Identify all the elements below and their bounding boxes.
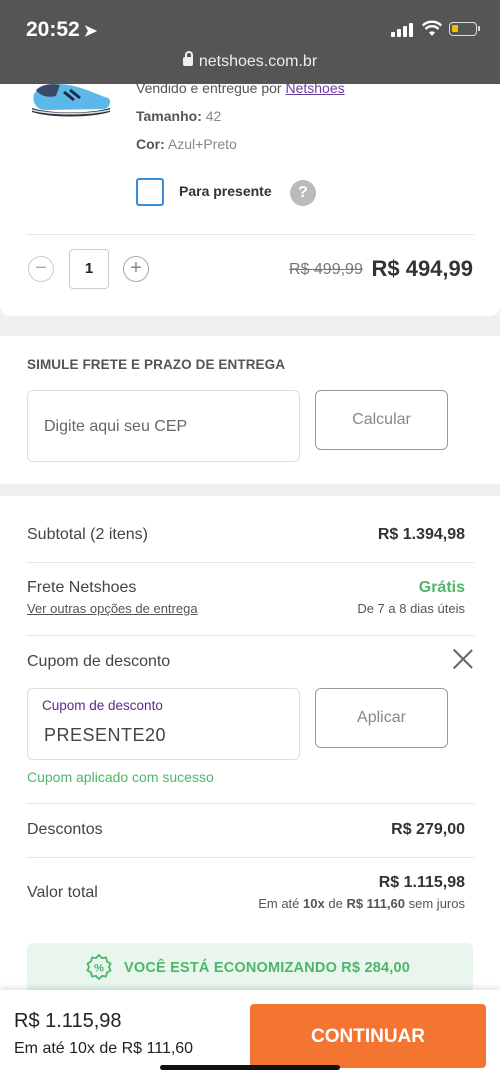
freight-value: Grátis xyxy=(418,579,465,596)
discount-label: Descontos xyxy=(27,821,103,838)
freight-label: Frete Netshoes xyxy=(27,579,137,596)
calculate-button[interactable]: Calcular xyxy=(315,390,448,450)
divider xyxy=(26,234,474,235)
status-time: 20:52 ➤ xyxy=(26,18,98,41)
subtotal-value: R$ 1.394,98 xyxy=(377,526,465,543)
signal-icon xyxy=(391,23,417,37)
divider xyxy=(26,562,474,563)
footer-total: R$ 1.115,98 xyxy=(14,1010,122,1032)
freight-time: De 7 a 8 dias úteis xyxy=(357,601,465,616)
size-value: 42 xyxy=(205,108,222,124)
apply-coupon-button[interactable]: Aplicar xyxy=(315,688,448,748)
subtotal-label: Subtotal (2 itens) xyxy=(27,526,148,543)
continue-button[interactable]: CONTINUAR xyxy=(250,1004,486,1068)
svg-text:%: % xyxy=(94,963,104,975)
divider xyxy=(26,803,474,804)
size-label: Tamanho: xyxy=(136,108,202,124)
old-price: R$ 499,99 xyxy=(289,261,363,278)
quantity-decrease-button[interactable]: − xyxy=(28,256,54,282)
installments-info: Em até 10x de R$ 111,60 sem juros xyxy=(258,896,465,911)
total-value: R$ 1.115,98 xyxy=(378,874,465,891)
gift-checkbox[interactable] xyxy=(136,178,164,206)
lock-icon xyxy=(182,51,193,66)
cep-field[interactable] xyxy=(27,390,300,462)
savings-banner: % VOCÊ ESTÁ ECONOMIZANDO R$ 284,00 xyxy=(27,943,473,993)
coupon-field[interactable]: Cupom de desconto xyxy=(27,688,300,760)
coupon-title: Cupom de desconto xyxy=(27,653,171,670)
battery-icon xyxy=(449,22,480,36)
shipping-title: SIMULE FRETE E PRAZO DE ENTREGA xyxy=(27,357,286,372)
home-indicator[interactable] xyxy=(160,1065,340,1070)
divider xyxy=(26,635,474,636)
cep-input[interactable] xyxy=(42,417,286,437)
status-bar: 20:52 ➤ netshoes.com.br xyxy=(0,0,500,84)
size-line: Tamanho: 42 xyxy=(136,108,221,124)
help-icon[interactable]: ? xyxy=(290,180,316,206)
color-line: Cor: Azul+Preto xyxy=(136,136,237,152)
quantity-field[interactable]: 1 xyxy=(69,249,109,289)
discount-value: R$ 279,00 xyxy=(391,821,465,838)
savings-text: VOCÊ ESTÁ ECONOMIZANDO R$ 284,00 xyxy=(124,960,410,976)
divider xyxy=(26,857,474,858)
footer-installments: Em até 10x de R$ 111,60 xyxy=(14,1040,194,1057)
location-arrow-icon: ➤ xyxy=(83,23,98,40)
percent-badge-icon: % xyxy=(86,954,112,980)
total-label: Valor total xyxy=(27,884,98,901)
close-icon[interactable] xyxy=(453,649,473,669)
coupon-success-message: Cupom aplicado com sucesso xyxy=(27,769,214,785)
address-bar[interactable]: netshoes.com.br xyxy=(0,51,500,71)
url-text: netshoes.com.br xyxy=(198,53,318,70)
current-price: R$ 494,99 xyxy=(371,256,473,281)
freight-options-link[interactable]: Ver outras opções de entrega xyxy=(27,601,198,616)
quantity-increase-button[interactable]: + xyxy=(123,256,149,282)
gift-label[interactable]: Para presente xyxy=(179,183,272,199)
color-value: Azul+Preto xyxy=(167,136,237,152)
coupon-input[interactable] xyxy=(42,724,286,747)
wifi-icon xyxy=(422,20,442,36)
coupon-field-label: Cupom de desconto xyxy=(42,698,163,713)
color-label: Cor: xyxy=(136,136,165,152)
